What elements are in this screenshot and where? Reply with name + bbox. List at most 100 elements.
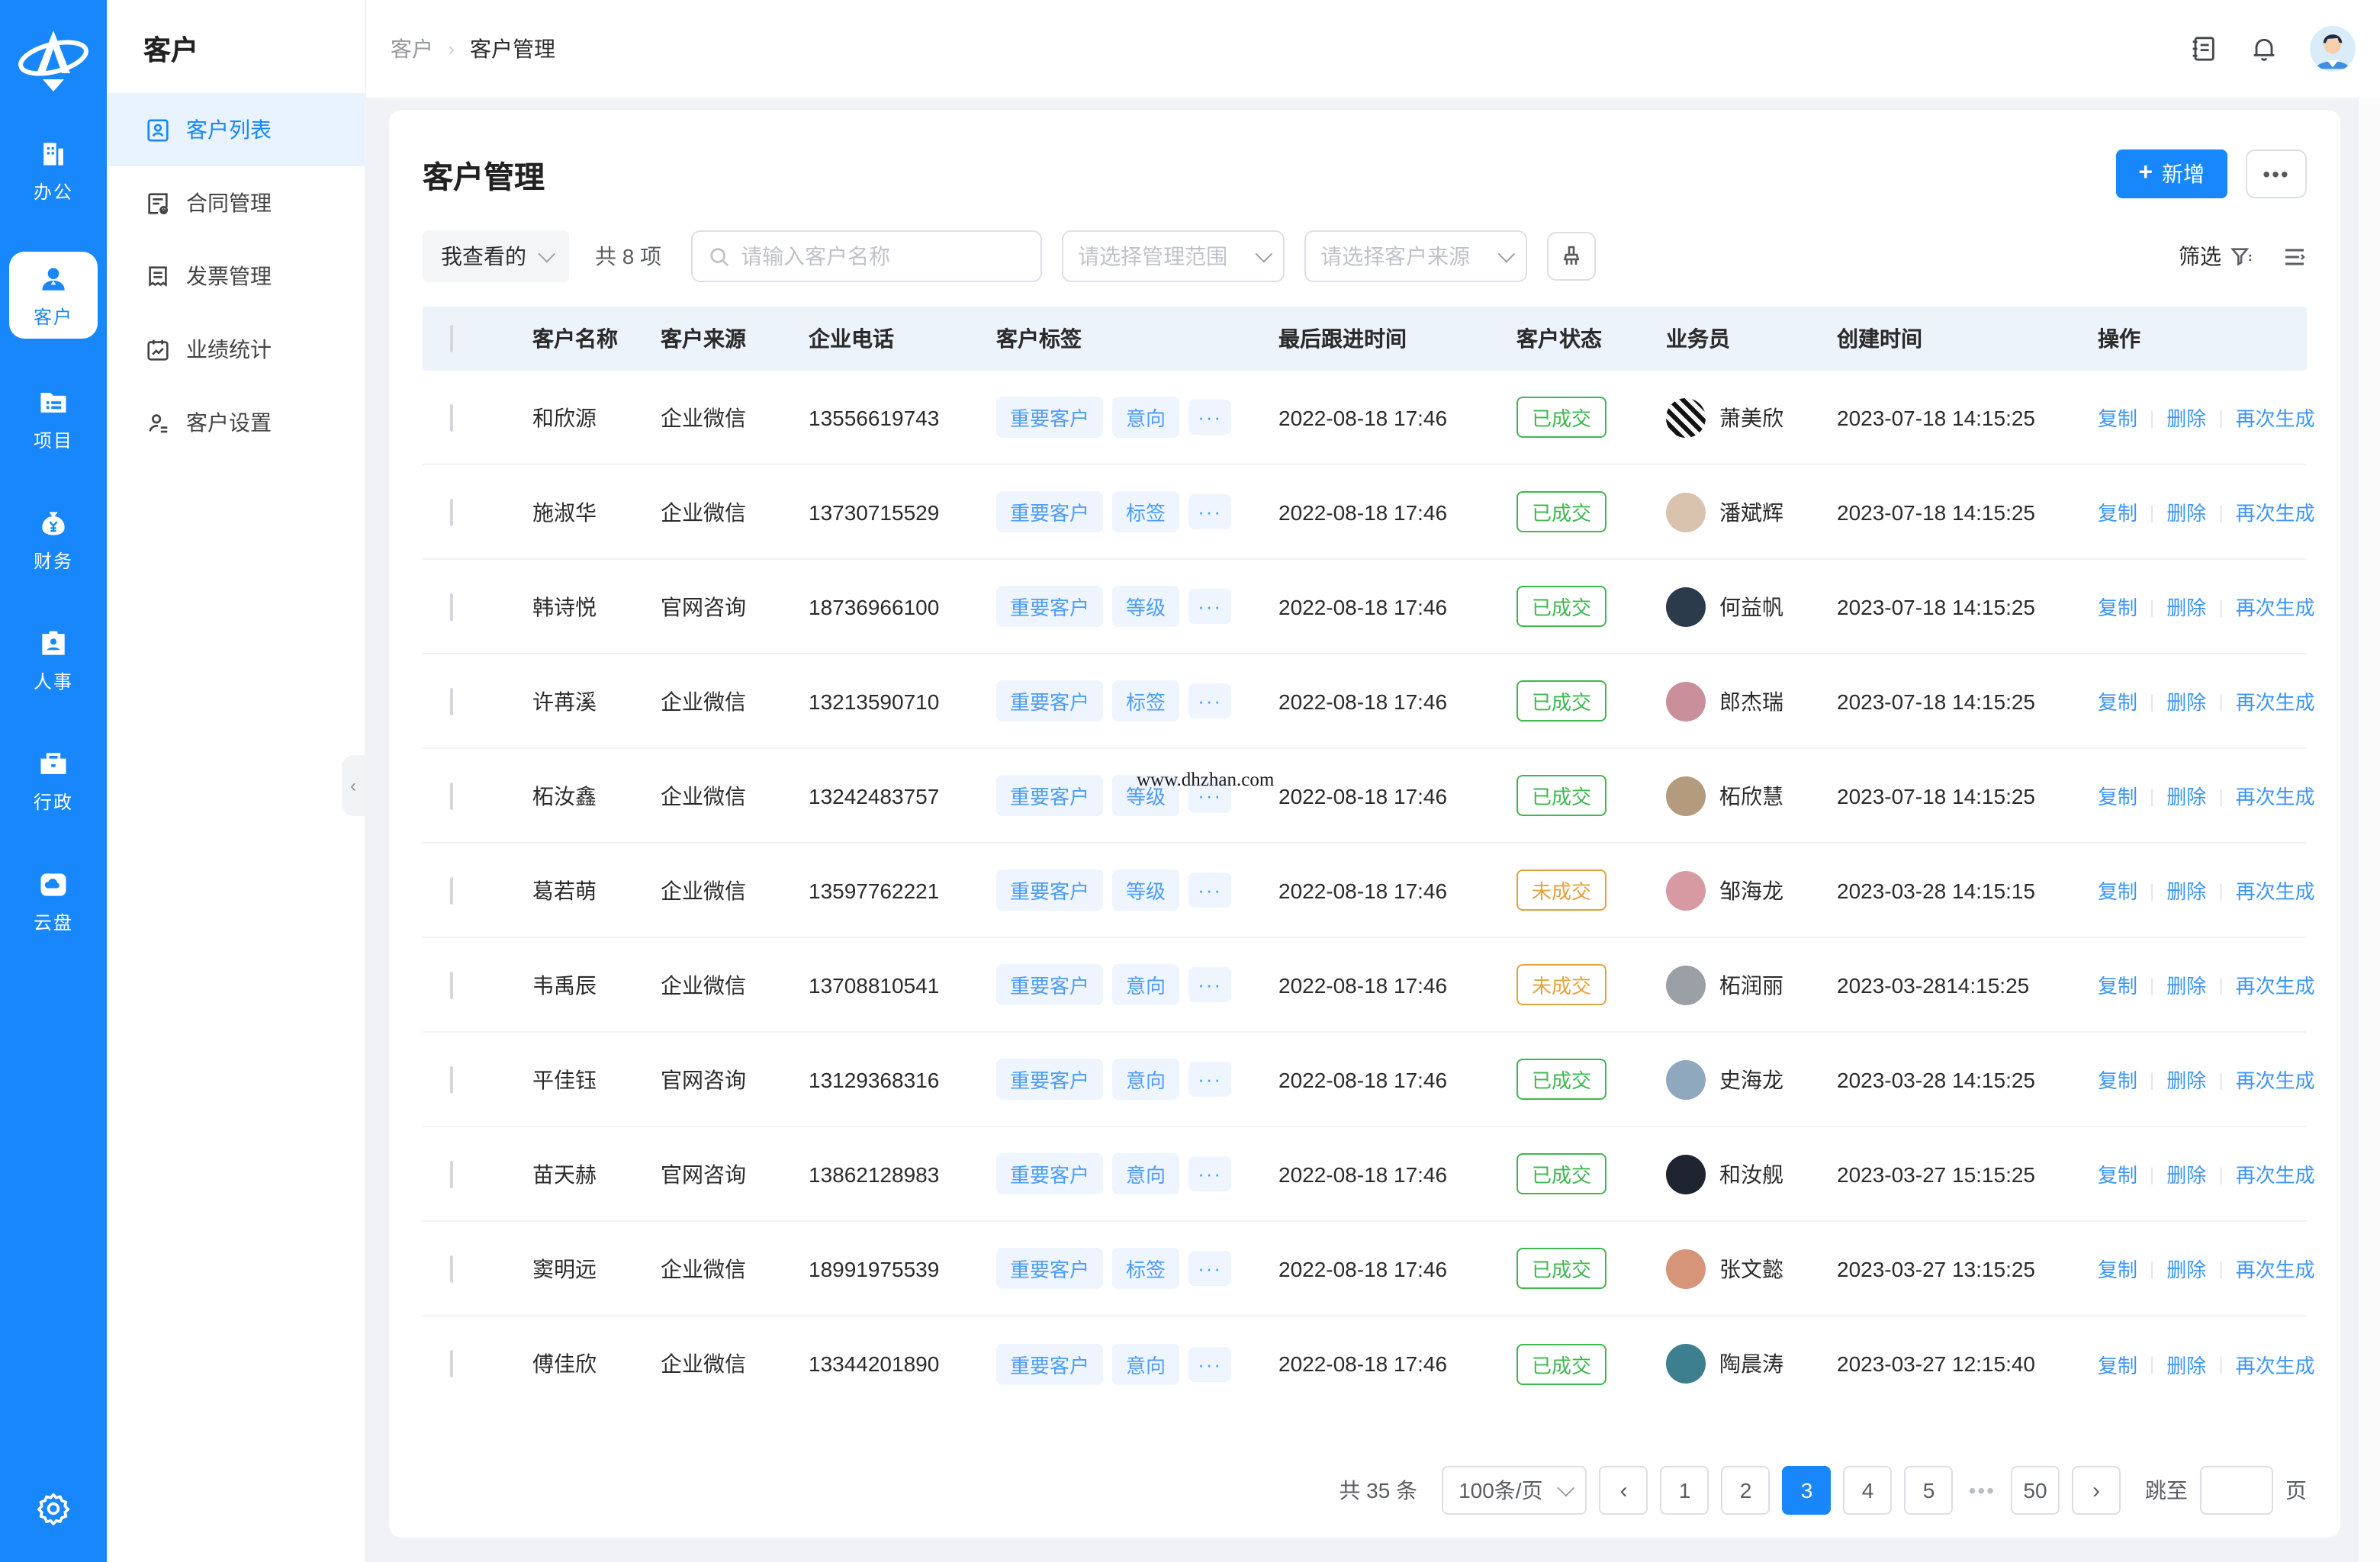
page-button-50[interactable]: 50 bbox=[2011, 1466, 2060, 1515]
user-avatar[interactable] bbox=[2310, 26, 2356, 72]
page-button-2[interactable]: 2 bbox=[1722, 1466, 1771, 1515]
page-button-1[interactable]: 1 bbox=[1661, 1466, 1709, 1515]
tag-more-button[interactable]: ··· bbox=[1188, 1251, 1231, 1286]
delete-action[interactable]: 删除 bbox=[2166, 1349, 2206, 1378]
regenerate-action[interactable]: 再次生成 bbox=[2236, 592, 2315, 621]
copy-action[interactable]: 复制 bbox=[2098, 781, 2137, 810]
row-checkbox[interactable] bbox=[450, 971, 453, 998]
jump-page-input[interactable] bbox=[2200, 1466, 2273, 1515]
customer-tag[interactable]: 意向 bbox=[1112, 964, 1179, 1005]
customer-tag[interactable]: 重要客户 bbox=[996, 586, 1103, 627]
regenerate-action[interactable]: 再次生成 bbox=[2236, 781, 2315, 810]
customer-tag[interactable]: 意向 bbox=[1112, 1153, 1179, 1194]
row-checkbox[interactable] bbox=[450, 687, 453, 715]
bell-icon[interactable] bbox=[2249, 34, 2279, 64]
settings-gear-icon[interactable] bbox=[35, 1490, 72, 1535]
page-size-select[interactable]: 100条/页 bbox=[1442, 1466, 1587, 1515]
copy-action[interactable]: 复制 bbox=[2098, 876, 2137, 905]
copy-action[interactable]: 复制 bbox=[2098, 1065, 2137, 1094]
delete-action[interactable]: 删除 bbox=[2166, 970, 2206, 999]
row-checkbox[interactable] bbox=[450, 1160, 453, 1188]
rail-item-6[interactable]: 行政 bbox=[9, 741, 98, 821]
tag-more-button[interactable]: ··· bbox=[1188, 1346, 1231, 1381]
tag-more-button[interactable]: ··· bbox=[1188, 1156, 1231, 1191]
row-checkbox[interactable] bbox=[450, 782, 453, 809]
rail-item-5[interactable]: 人事 bbox=[9, 621, 98, 700]
page-button-3[interactable]: 3 bbox=[1783, 1466, 1832, 1515]
prev-page-button[interactable]: ‹ bbox=[1600, 1466, 1648, 1515]
copy-action[interactable]: 复制 bbox=[2098, 1159, 2137, 1188]
customer-tag[interactable]: 重要客户 bbox=[996, 1248, 1103, 1289]
rail-item-4[interactable]: 财务 bbox=[9, 500, 98, 580]
copy-action[interactable]: 复制 bbox=[2098, 592, 2137, 621]
sidebar-item-2[interactable]: 合同管理 bbox=[107, 166, 365, 239]
clear-filters-button[interactable] bbox=[1546, 232, 1595, 281]
customer-tag[interactable]: 重要客户 bbox=[996, 491, 1103, 532]
delete-action[interactable]: 删除 bbox=[2166, 781, 2206, 810]
sidebar-item-4[interactable]: 业绩统计 bbox=[107, 313, 365, 386]
tag-more-button[interactable]: ··· bbox=[1188, 400, 1231, 435]
customer-tag[interactable]: 重要客户 bbox=[996, 964, 1103, 1005]
customer-tag[interactable]: 重要客户 bbox=[996, 680, 1103, 722]
customer-tag[interactable]: 意向 bbox=[1112, 397, 1179, 438]
delete-action[interactable]: 删除 bbox=[2166, 592, 2206, 621]
row-checkbox[interactable] bbox=[450, 1065, 453, 1093]
regenerate-action[interactable]: 再次生成 bbox=[2236, 970, 2315, 999]
tag-more-button[interactable]: ··· bbox=[1188, 589, 1231, 624]
tag-more-button[interactable]: ··· bbox=[1188, 873, 1231, 908]
regenerate-action[interactable]: 再次生成 bbox=[2236, 1254, 2315, 1283]
customer-tag[interactable]: 意向 bbox=[1112, 1059, 1179, 1100]
sidebar-collapse-handle[interactable]: ‹ bbox=[342, 755, 365, 816]
rail-item-3[interactable]: 项目 bbox=[9, 380, 98, 459]
regenerate-action[interactable]: 再次生成 bbox=[2236, 686, 2315, 715]
customer-tag[interactable]: 重要客户 bbox=[996, 1343, 1103, 1384]
row-checkbox[interactable] bbox=[450, 593, 453, 620]
customer-tag[interactable]: 重要客户 bbox=[996, 1153, 1103, 1194]
rail-item-7[interactable]: 云盘 bbox=[9, 862, 98, 941]
tag-more-button[interactable]: ··· bbox=[1188, 683, 1231, 718]
customer-tag[interactable]: 意向 bbox=[1112, 1343, 1179, 1384]
customer-tag[interactable]: 重要客户 bbox=[996, 775, 1103, 816]
customer-tag[interactable]: 标签 bbox=[1112, 1248, 1179, 1289]
sidebar-item-3[interactable]: 发票管理 bbox=[107, 239, 365, 313]
customer-name-search[interactable] bbox=[690, 230, 1041, 282]
regenerate-action[interactable]: 再次生成 bbox=[2236, 1159, 2315, 1188]
row-checkbox[interactable] bbox=[450, 1350, 453, 1377]
customer-tag[interactable]: 重要客户 bbox=[996, 397, 1103, 438]
rail-item-2[interactable]: 客户 bbox=[9, 252, 98, 339]
next-page-button[interactable]: › bbox=[2072, 1466, 2121, 1515]
tag-more-button[interactable]: ··· bbox=[1188, 967, 1231, 1002]
customer-tag[interactable]: 重要客户 bbox=[996, 869, 1103, 911]
regenerate-action[interactable]: 再次生成 bbox=[2236, 1065, 2315, 1094]
breadcrumb-parent[interactable]: 客户 bbox=[391, 34, 433, 64]
more-actions-button[interactable]: ••• bbox=[2246, 149, 2307, 198]
copy-action[interactable]: 复制 bbox=[2098, 1349, 2137, 1378]
copy-action[interactable]: 复制 bbox=[2098, 1254, 2137, 1283]
copy-action[interactable]: 复制 bbox=[2098, 970, 2137, 999]
copy-action[interactable]: 复制 bbox=[2098, 686, 2137, 715]
page-button-5[interactable]: 5 bbox=[1905, 1466, 1954, 1515]
delete-action[interactable]: 删除 bbox=[2166, 876, 2206, 905]
sidebar-item-5[interactable]: 客户设置 bbox=[107, 386, 365, 459]
list-icon[interactable] bbox=[2281, 243, 2307, 269]
delete-action[interactable]: 删除 bbox=[2166, 686, 2206, 715]
delete-action[interactable]: 删除 bbox=[2166, 497, 2206, 526]
add-button[interactable]: + 新增 bbox=[2115, 149, 2227, 198]
view-scope-select[interactable]: 我查看的 bbox=[423, 230, 569, 282]
regenerate-action[interactable]: 再次生成 bbox=[2236, 497, 2315, 526]
copy-action[interactable]: 复制 bbox=[2098, 403, 2137, 432]
journal-icon[interactable] bbox=[2188, 34, 2218, 64]
page-button-4[interactable]: 4 bbox=[1844, 1466, 1893, 1515]
scope-select[interactable]: 请选择管理范围 bbox=[1061, 230, 1284, 282]
customer-tag[interactable]: 标签 bbox=[1112, 680, 1179, 722]
customer-tag[interactable]: 标签 bbox=[1112, 491, 1179, 532]
row-checkbox[interactable] bbox=[450, 876, 453, 904]
select-all-checkbox[interactable] bbox=[450, 325, 453, 352]
row-checkbox[interactable] bbox=[450, 498, 453, 525]
customer-tag[interactable]: 重要客户 bbox=[996, 1059, 1103, 1100]
regenerate-action[interactable]: 再次生成 bbox=[2236, 1349, 2315, 1378]
delete-action[interactable]: 删除 bbox=[2166, 1065, 2206, 1094]
search-input[interactable] bbox=[741, 244, 1024, 268]
tag-more-button[interactable]: ··· bbox=[1188, 494, 1231, 529]
row-checkbox[interactable] bbox=[450, 403, 453, 431]
